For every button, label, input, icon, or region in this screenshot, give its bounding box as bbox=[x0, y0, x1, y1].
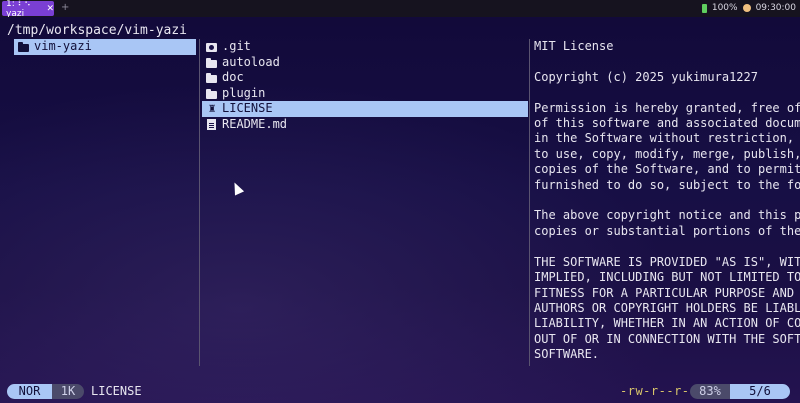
status-line: NOR 1K LICENSE -rw-r--r-- 83% 5/6 bbox=[0, 383, 800, 400]
close-icon[interactable]: ✕ bbox=[46, 4, 54, 14]
status-filename: LICENSE bbox=[91, 384, 142, 398]
pane-divider bbox=[529, 39, 530, 366]
clock-icon bbox=[742, 4, 751, 12]
markdown-file-icon bbox=[206, 118, 218, 130]
git-folder-icon bbox=[206, 41, 218, 53]
current-path: /tmp/workspace/vim-yazi bbox=[7, 23, 188, 38]
system-status: 100% 09:30:00 bbox=[701, 3, 796, 13]
folder-icon bbox=[18, 41, 30, 53]
file-row-autoload[interactable]: autoload bbox=[202, 55, 528, 71]
item-name: plugin bbox=[222, 85, 266, 100]
new-tab-button[interactable]: + bbox=[61, 2, 69, 13]
folder-icon bbox=[206, 57, 218, 68]
tab-yazi[interactable]: 1: ⠇⠢ yazi ✕ bbox=[2, 0, 54, 19]
pane-divider bbox=[199, 39, 200, 366]
folder-icon bbox=[206, 88, 218, 99]
scroll-percent: 83% bbox=[690, 384, 730, 399]
clock-time: 09:30:00 bbox=[755, 3, 796, 13]
file-row-plugin[interactable]: plugin bbox=[202, 86, 528, 102]
current-directory-pane: .git autoload doc plugin ♜ LICENSE READM… bbox=[202, 39, 528, 132]
terminal-tab-bar: 1: ⠇⠢ yazi ✕ + 100% 09:30:00 bbox=[0, 0, 800, 19]
item-name: doc bbox=[222, 70, 244, 84]
folder-icon bbox=[206, 72, 218, 84]
battery-level: 100% bbox=[711, 3, 738, 13]
file-row-git[interactable]: .git bbox=[202, 39, 528, 55]
item-name: autoload bbox=[222, 54, 280, 69]
cursor-position: 5/6 bbox=[730, 384, 790, 399]
item-name: LICENSE bbox=[222, 101, 273, 115]
file-row-readme[interactable]: README.md bbox=[202, 117, 528, 133]
file-row-doc[interactable]: doc bbox=[202, 70, 528, 86]
item-name: README.md bbox=[222, 116, 288, 131]
file-preview-pane[interactable]: MIT License Copyright (c) 2025 yukimura1… bbox=[534, 39, 800, 369]
mode-indicator: NOR bbox=[7, 384, 52, 399]
parent-item-vim-yazi[interactable]: vim-yazi bbox=[14, 39, 196, 55]
file-size: 1K bbox=[52, 384, 84, 399]
battery-icon bbox=[701, 3, 707, 13]
item-name: .git bbox=[222, 39, 251, 53]
yazi-file-manager: /tmp/workspace/vim-yazi vim-yazi .git au… bbox=[0, 17, 800, 403]
file-row-license[interactable]: ♜ LICENSE bbox=[202, 101, 528, 117]
parent-directory-pane: vim-yazi bbox=[14, 39, 196, 55]
file-permissions: -rw-r--r-- bbox=[620, 384, 698, 398]
license-icon: ♜ bbox=[208, 101, 216, 116]
item-name: vim-yazi bbox=[34, 39, 92, 53]
tab-label: 1: ⠇⠢ yazi bbox=[6, 0, 31, 19]
